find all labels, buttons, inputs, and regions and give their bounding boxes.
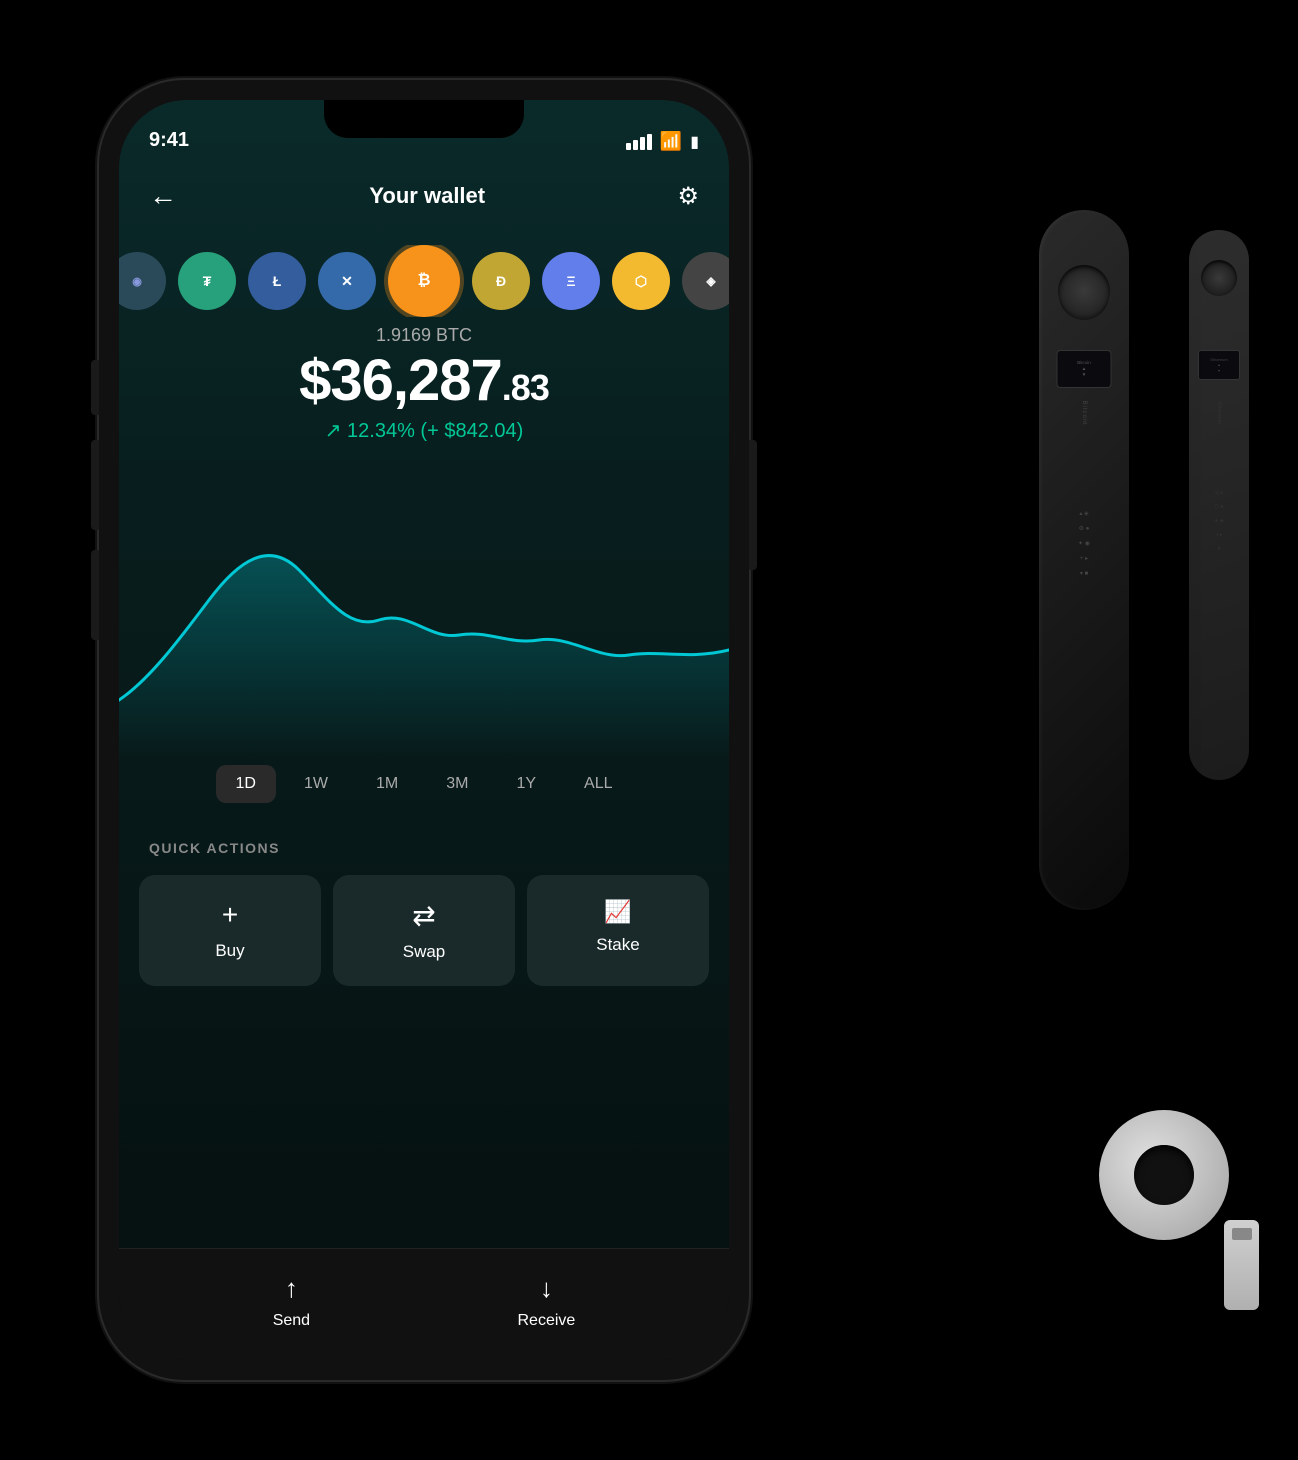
phone-screen: 9:41 📶 ▮ ← Your wallet ⚙ [119,100,729,1360]
coin-dogecoin[interactable]: Ð [472,252,530,310]
time-btn-1y[interactable]: 1Y [496,765,556,803]
buy-label: Buy [215,941,244,961]
receive-label: Receive [517,1312,575,1330]
ledger-nano-x: Bitcoin▲▼ Bitcoin ▴ ◈ ⚙ ● ✦ ◉ + ▸ ▾ ■ [1039,210,1129,910]
page-title: Your wallet [177,183,677,209]
coin-ethereum[interactable]: Ξ [542,252,600,310]
buy-button[interactable]: + Buy [139,875,321,986]
hardware-devices: Bitcoin▲▼ Bitcoin ▴ ◈ ⚙ ● ✦ ◉ + ▸ ▾ ■ [779,130,1279,1330]
back-button[interactable]: ← [149,180,177,212]
quick-actions-label: QUICK ACTIONS [149,840,280,856]
time-btn-1d[interactable]: 1D [216,765,276,803]
wifi-icon: 📶 [660,131,682,152]
ledger-nano-s-plus [1099,1110,1239,1290]
status-time: 9:41 [149,129,189,152]
swap-label: Swap [403,942,446,962]
phone: 9:41 📶 ▮ ← Your wallet ⚙ [99,80,749,1380]
app-header: ← Your wallet ⚙ [119,165,729,227]
ledger-button-white [1134,1145,1194,1205]
phone-button-vol-down [91,550,99,640]
status-icons: 📶 ▮ [626,131,699,152]
phone-button-power [749,440,757,570]
coin-row: ◉ ₮ Ł ✕ ₿ Ð Ξ ⬡ ◈ [119,245,729,317]
price-chart [119,480,729,760]
receive-button[interactable]: ↓ Receive [517,1273,575,1330]
coin-bitcoin[interactable]: ₿ [388,245,460,317]
time-btn-3m[interactable]: 3M [426,765,488,803]
notch [324,100,524,138]
battery-icon: ▮ [690,132,699,152]
coin-unknown[interactable]: ◉ [119,252,166,310]
time-btn-1w[interactable]: 1W [284,765,348,803]
send-label: Send [273,1312,310,1330]
send-button[interactable]: ↑ Send [273,1273,310,1330]
coin-algo[interactable]: ◈ [682,252,729,310]
price-main: $36,287.83 [119,352,729,410]
signal-icon [626,134,652,150]
price-section: 1.9169 BTC $36,287.83 ↗ 12.34% (+ $842.0… [119,325,729,443]
stake-button[interactable]: 📈 Stake [527,875,709,986]
stake-label: Stake [596,935,639,955]
receive-icon: ↓ [540,1273,553,1304]
swap-icon: ⇄ [412,899,435,932]
phone-button-silent [91,360,99,415]
stake-icon: 📈 [604,899,631,925]
quick-actions: + Buy ⇄ Swap 📈 Stake [139,875,709,986]
send-icon: ↑ [285,1273,298,1304]
coin-litecoin[interactable]: Ł [248,252,306,310]
ledger-body-white [1099,1110,1229,1240]
time-btn-all[interactable]: ALL [564,765,632,803]
bottom-bar: ↑ Send ↓ Receive [119,1248,729,1360]
btc-amount: 1.9169 BTC [119,325,729,346]
scene: 9:41 📶 ▮ ← Your wallet ⚙ [99,30,1199,1430]
swap-button[interactable]: ⇄ Swap [333,875,515,986]
time-btn-1m[interactable]: 1M [356,765,418,803]
coin-tether[interactable]: ₮ [178,252,236,310]
coin-xrp[interactable]: ✕ [318,252,376,310]
coin-bnb[interactable]: ⬡ [612,252,670,310]
settings-button[interactable]: ⚙ [677,182,699,211]
time-selector: 1D 1W 1M 3M 1Y ALL [119,765,729,803]
buy-icon: + [222,899,238,931]
price-change: ↗ 12.34% (+ $842.04) [119,418,729,443]
phone-button-vol-up [91,440,99,530]
ledger-screen: Bitcoin▲▼ [1057,350,1112,388]
ledger-stick: Ethereum▴▾ Ethereum ◎ ▸ ⬡ ● ✦ ◈ + ▸ ▾ [1189,230,1249,780]
